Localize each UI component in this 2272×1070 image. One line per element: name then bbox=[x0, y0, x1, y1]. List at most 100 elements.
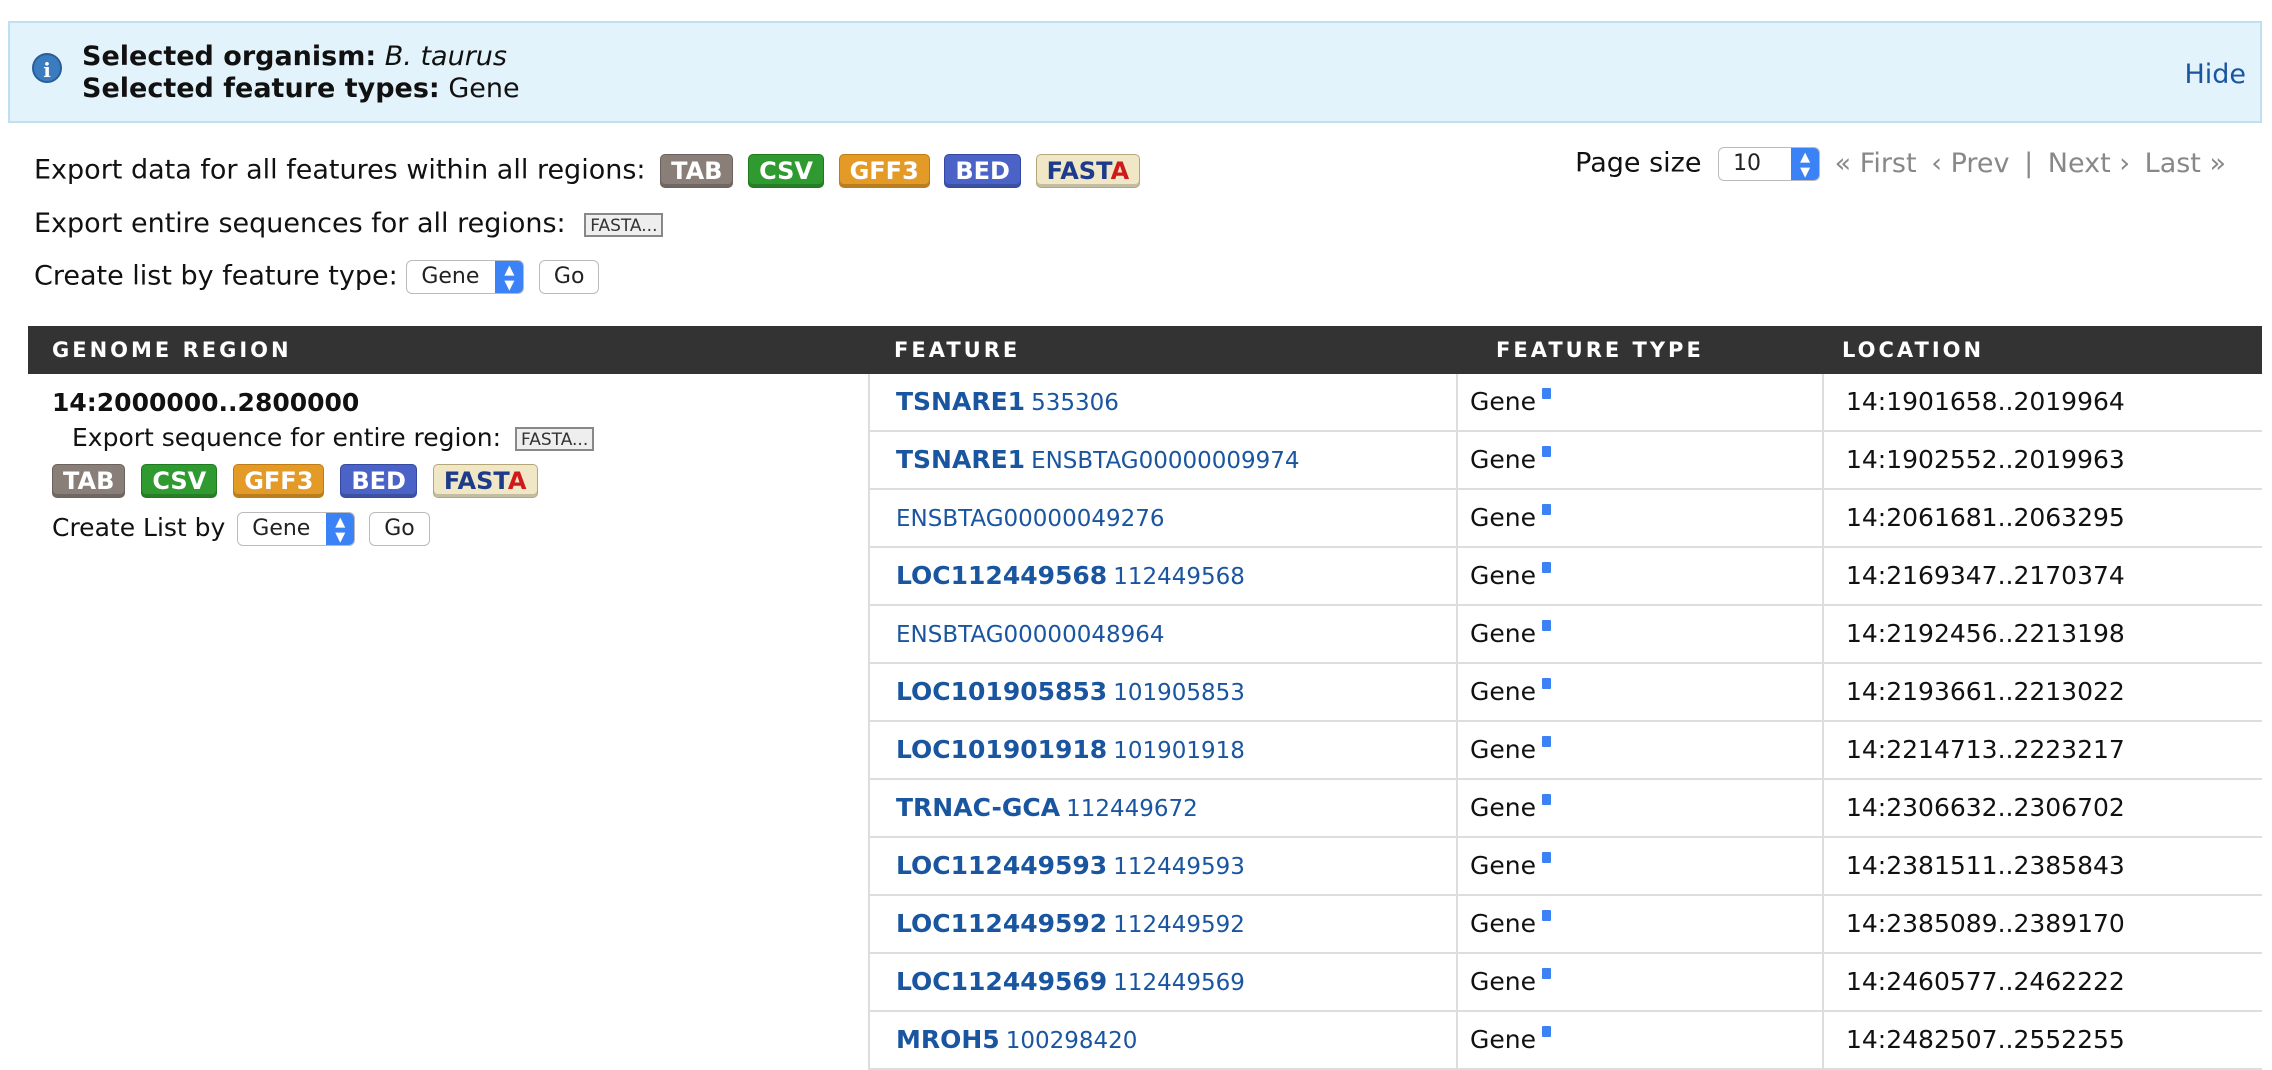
prev-page-link[interactable]: ‹ Prev bbox=[1931, 148, 2009, 179]
column-divider bbox=[1456, 548, 1458, 604]
info-icon: i bbox=[32, 53, 62, 83]
export-fasta-button[interactable]: FASTA bbox=[1035, 154, 1141, 188]
feature-link[interactable]: MROH5 100298420 bbox=[896, 1012, 1137, 1068]
feature-id: 112449592 bbox=[1113, 912, 1245, 938]
location-cell: 14:1902552..2019963 bbox=[1846, 445, 2125, 474]
organism-value: B. taurus bbox=[384, 41, 507, 72]
region-title: 14:2000000..2800000 bbox=[52, 388, 360, 417]
info-icon[interactable] bbox=[1541, 736, 1551, 747]
table-row: LOC112449569 112449569 Gene 14:2460577..246… bbox=[868, 954, 2262, 1012]
export-gff3-button[interactable]: GFF3 bbox=[838, 154, 930, 188]
info-icon[interactable] bbox=[1541, 910, 1551, 921]
feature-type-cell: Gene bbox=[1470, 374, 1551, 430]
info-icon[interactable] bbox=[1541, 968, 1551, 979]
location-cell: 14:2214713..2223217 bbox=[1846, 735, 2125, 764]
export-csv-button[interactable]: CSV bbox=[748, 154, 824, 188]
feature-type-text: Gene bbox=[1470, 445, 1536, 474]
feature-types-label: Selected feature types: bbox=[82, 73, 440, 104]
region-fasta-button[interactable]: FASTA... bbox=[515, 427, 595, 451]
feature-type-cell: Gene bbox=[1470, 664, 1551, 720]
feature-type-text: Gene bbox=[1470, 735, 1536, 764]
table-row: LOC112449592 112449592 Gene 14:2385089..238… bbox=[868, 896, 2262, 954]
feature-id: 101901918 bbox=[1113, 738, 1245, 764]
column-divider bbox=[1822, 896, 1824, 952]
next-page-link[interactable]: Next › bbox=[2048, 148, 2130, 179]
table-row: LOC101901918 101901918 Gene 14:2214713..222… bbox=[868, 722, 2262, 780]
feature-type-cell: Gene bbox=[1470, 896, 1551, 952]
page-size-value: 10 bbox=[1733, 151, 1762, 176]
organism-label: Selected organism: bbox=[82, 41, 377, 72]
region-gff3-button[interactable]: GFF3 bbox=[233, 464, 325, 498]
region-feature-type-select[interactable]: Gene ▲ ▼ bbox=[237, 512, 356, 546]
info-icon[interactable] bbox=[1541, 562, 1551, 573]
info-icon[interactable] bbox=[1541, 620, 1551, 631]
feature-link[interactable]: LOC112449568 112449568 bbox=[896, 548, 1245, 604]
select-chevron-icon: ▲ ▼ bbox=[326, 513, 355, 545]
column-divider bbox=[1456, 606, 1458, 662]
feature-link[interactable]: LOC112449592 112449592 bbox=[896, 896, 1245, 952]
last-page-link[interactable]: Last » bbox=[2145, 148, 2226, 179]
feature-type-cell: Gene bbox=[1470, 432, 1551, 488]
export-sequences-row: Export entire sequences for all regions:… bbox=[34, 208, 664, 239]
feature-link[interactable]: LOC112449593 112449593 bbox=[896, 838, 1245, 894]
first-page-link[interactable]: « First bbox=[1835, 148, 1917, 179]
column-divider bbox=[1456, 432, 1458, 488]
feature-symbol: LOC101905853 bbox=[896, 677, 1108, 706]
info-icon[interactable] bbox=[1541, 1026, 1551, 1037]
export-tab-button[interactable]: TAB bbox=[660, 154, 734, 188]
feature-link[interactable]: ENSBTAG00000048964 bbox=[896, 606, 1165, 662]
feature-type-text: Gene bbox=[1470, 967, 1536, 996]
feature-link[interactable]: TSNARE1 ENSBTAG00000009974 bbox=[896, 432, 1300, 488]
feature-link[interactable]: TSNARE1 535306 bbox=[896, 374, 1119, 430]
info-icon[interactable] bbox=[1541, 504, 1551, 515]
info-icon[interactable] bbox=[1541, 794, 1551, 805]
region-export-label: Export sequence for entire region: bbox=[72, 423, 502, 452]
location-cell: 14:2381511..2385843 bbox=[1846, 851, 2125, 880]
page-size-select[interactable]: 10 ▲ ▼ bbox=[1718, 147, 1821, 181]
pagination: Page size 10 ▲ ▼ « First ‹ Prev | Next › … bbox=[1575, 147, 2226, 181]
table-row: TSNARE1 ENSBTAG00000009974 Gene 14:1902552.… bbox=[868, 432, 2262, 490]
feature-symbol: TSNARE1 bbox=[896, 387, 1026, 416]
location-cell: 14:2306632..2306702 bbox=[1846, 793, 2125, 822]
select-chevron-icon: ▲ ▼ bbox=[495, 261, 524, 293]
feature-link[interactable]: ENSBTAG00000049276 bbox=[896, 490, 1165, 546]
selection-summary: Selected organism: B. taurus Selected fe… bbox=[82, 41, 520, 105]
hide-link[interactable]: Hide bbox=[2184, 59, 2246, 90]
column-divider bbox=[1822, 838, 1824, 894]
feature-type-text: Gene bbox=[1470, 619, 1536, 648]
column-divider bbox=[1822, 490, 1824, 546]
info-icon[interactable] bbox=[1541, 388, 1551, 399]
export-sequences-fasta-button[interactable]: FASTA... bbox=[584, 212, 664, 237]
region-tab-button[interactable]: TAB bbox=[52, 464, 126, 498]
feature-link[interactable]: LOC101901918 101901918 bbox=[896, 722, 1245, 778]
feature-type-select[interactable]: Gene ▲ ▼ bbox=[406, 260, 525, 294]
region-bed-button[interactable]: BED bbox=[340, 464, 417, 498]
column-divider bbox=[1822, 780, 1824, 836]
feature-id: 112449672 bbox=[1066, 796, 1198, 822]
feature-link[interactable]: LOC101905853 101905853 bbox=[896, 664, 1245, 720]
export-bed-button[interactable]: BED bbox=[944, 154, 1021, 188]
create-list-go-button[interactable]: Go bbox=[538, 260, 600, 294]
region-create-list-go-button[interactable]: Go bbox=[369, 512, 430, 546]
feature-type-select-value: Gene bbox=[421, 264, 480, 289]
feature-id: 101905853 bbox=[1113, 680, 1245, 706]
feature-type-text: Gene bbox=[1470, 909, 1536, 938]
header-feature: FEATURE bbox=[894, 338, 1021, 362]
info-icon[interactable] bbox=[1541, 852, 1551, 863]
region-feature-type-value: Gene bbox=[252, 516, 311, 541]
info-icon[interactable] bbox=[1541, 446, 1551, 457]
region-fasta-export-button[interactable]: FASTA bbox=[432, 464, 538, 498]
feature-type-cell: Gene bbox=[1470, 606, 1551, 662]
create-list-label: Create list by feature type: bbox=[34, 260, 398, 292]
column-divider bbox=[1456, 374, 1458, 430]
info-icon[interactable] bbox=[1541, 678, 1551, 689]
region-csv-button[interactable]: CSV bbox=[141, 464, 218, 498]
region-export-buttons: TAB CSV GFF3 BED FASTA bbox=[52, 464, 594, 498]
region-create-list-label: Create List by bbox=[52, 513, 226, 542]
feature-link[interactable]: LOC112449569 112449569 bbox=[896, 954, 1245, 1010]
feature-link[interactable]: TRNAC-GCA 112449672 bbox=[896, 780, 1198, 836]
column-divider bbox=[1822, 374, 1824, 430]
column-divider bbox=[1822, 606, 1824, 662]
feature-id: 535306 bbox=[1031, 390, 1119, 416]
feature-type-cell: Gene bbox=[1470, 1012, 1551, 1068]
